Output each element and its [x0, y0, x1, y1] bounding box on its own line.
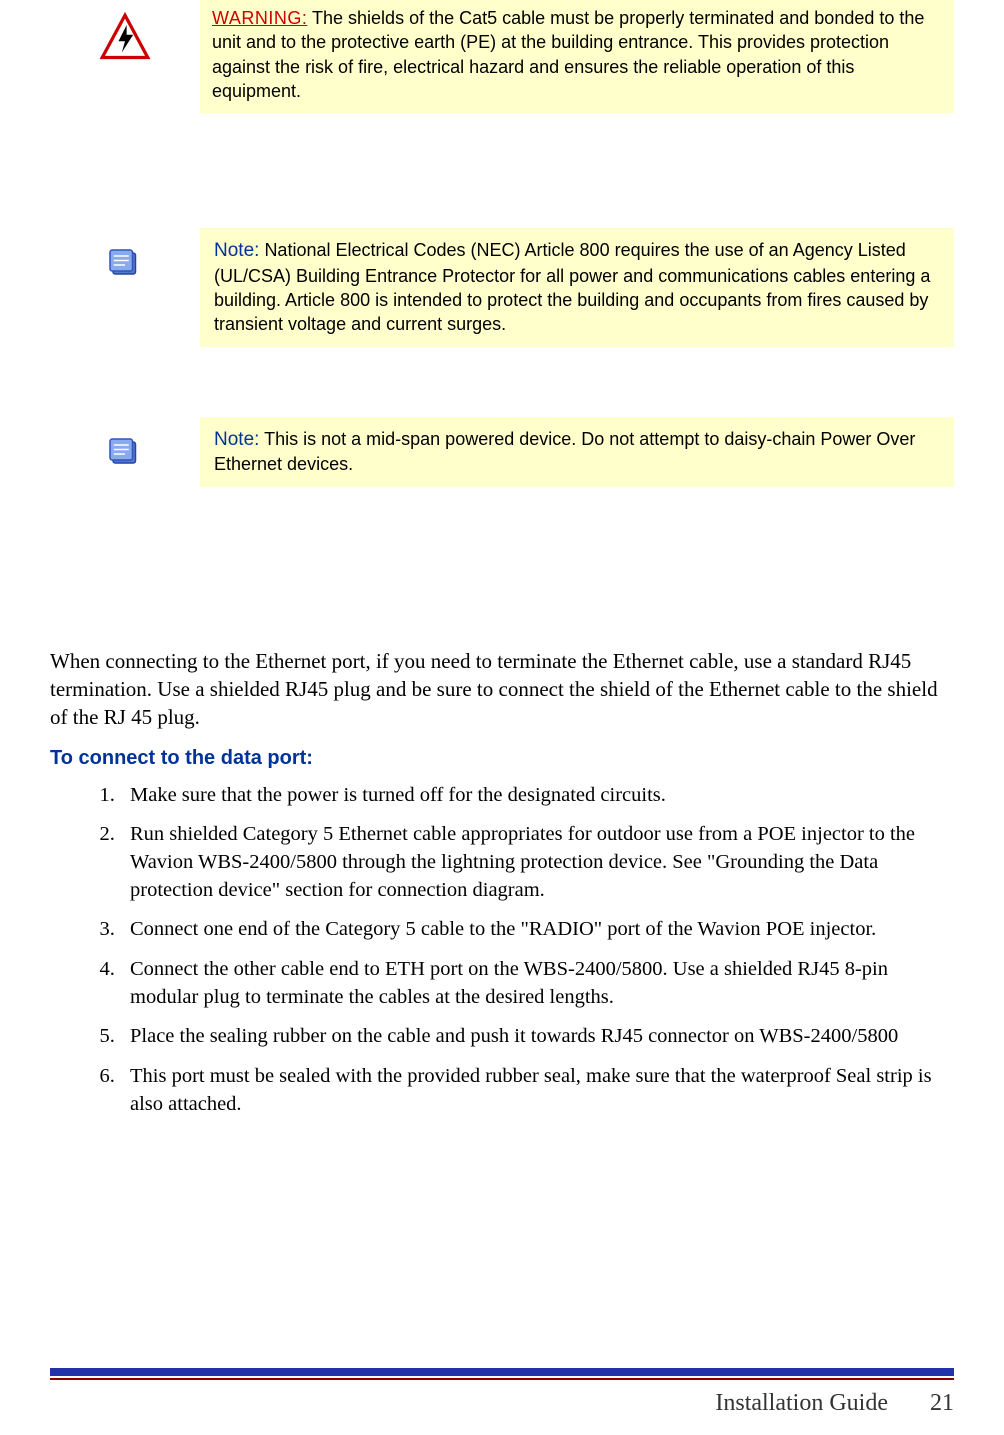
- step-item: Connect the other cable end to ETH port …: [120, 956, 954, 1011]
- notepad-icon: [107, 433, 143, 469]
- step-item: Run shielded Category 5 Ethernet cable a…: [120, 821, 954, 904]
- warning-callout: WARNING: The shields of the Cat5 cable m…: [50, 0, 954, 113]
- warning-box: WARNING: The shields of the Cat5 cable m…: [200, 0, 954, 113]
- note2-text: This is not a mid-span powered device. D…: [214, 429, 915, 475]
- warning-bolt-icon: [99, 12, 151, 64]
- step-item: Place the sealing rubber on the cable an…: [120, 1023, 954, 1051]
- note2-box: Note: This is not a mid-span powered dev…: [200, 417, 954, 487]
- note2-icon-cell: [50, 417, 200, 469]
- body-paragraph-1: When connecting to the Ethernet port, if…: [50, 647, 954, 732]
- warning-label: WARNING:: [212, 8, 307, 28]
- note2-label: Note:: [214, 429, 259, 450]
- section-heading: To connect to the data port:: [50, 747, 954, 770]
- note1-text: National Electrical Codes (NEC) Article …: [214, 240, 930, 334]
- notepad-icon: [107, 244, 143, 280]
- step-item: Connect one end of the Category 5 cable …: [120, 916, 954, 944]
- page-footer: Installation Guide 21: [50, 1368, 954, 1417]
- footer-rule-thin: [50, 1378, 954, 1380]
- footer-title: Installation Guide: [715, 1390, 888, 1416]
- footer-page-number: 21: [894, 1390, 954, 1417]
- note2-callout: Note: This is not a mid-span powered dev…: [50, 417, 954, 487]
- step-item: This port must be sealed with the provid…: [120, 1063, 954, 1118]
- footer-text: Installation Guide 21: [50, 1390, 954, 1417]
- note1-box: Note: National Electrical Codes (NEC) Ar…: [200, 228, 954, 347]
- note1-callout: Note: National Electrical Codes (NEC) Ar…: [50, 228, 954, 347]
- warning-text: The shields of the Cat5 cable must be pr…: [212, 8, 924, 101]
- steps-list: Make sure that the power is turned off f…: [50, 782, 954, 1119]
- note1-label: Note:: [214, 240, 259, 261]
- footer-rule-thick: [50, 1368, 954, 1376]
- note1-icon-cell: [50, 228, 200, 280]
- step-item: Make sure that the power is turned off f…: [120, 782, 954, 810]
- warning-icon-cell: [50, 0, 200, 64]
